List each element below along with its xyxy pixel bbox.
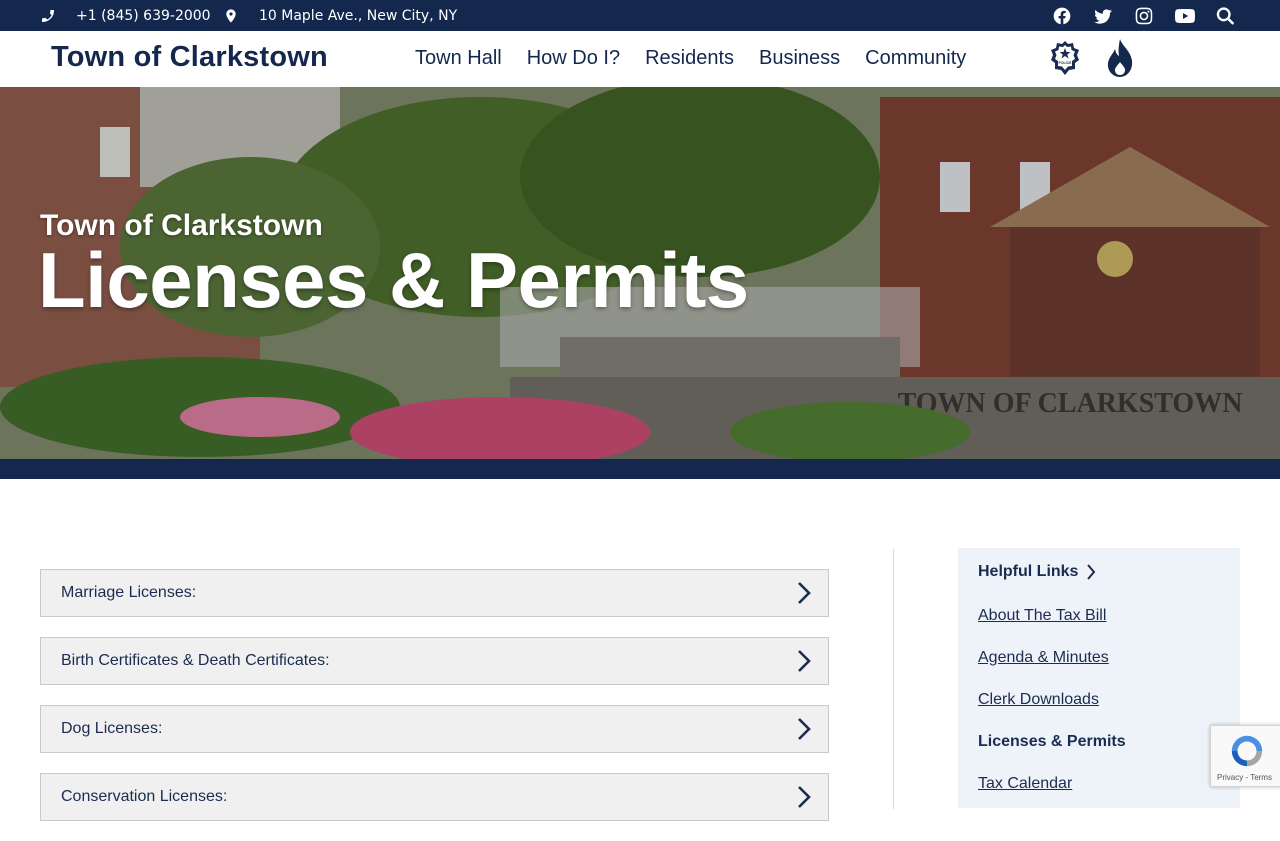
sidebar-link-tax-bill[interactable]: About The Tax Bill — [978, 607, 1220, 625]
hero-bottom-band — [0, 459, 1280, 479]
hero-title: Licenses & Permits — [38, 236, 749, 324]
search-icon — [1216, 6, 1234, 25]
chevron-right-icon — [798, 582, 811, 604]
phone-contact[interactable]: +1 (845) 639-2000 — [40, 0, 211, 31]
map-pin-icon — [226, 8, 236, 23]
accordion-item-label: Dog Licenses: — [61, 720, 163, 737]
instagram-link[interactable] — [1134, 6, 1154, 26]
helpful-links-sidebar: Helpful Links About The Tax Bill Agenda … — [958, 548, 1240, 808]
nav-business[interactable]: Business — [759, 47, 840, 70]
address-text[interactable]: 10 Maple Ave., New City, NY — [259, 8, 457, 24]
youtube-link[interactable] — [1175, 6, 1195, 26]
fire-icon[interactable] — [1105, 38, 1135, 78]
chevron-right-icon — [798, 718, 811, 740]
top-bar: +1 (845) 639-2000 10 Maple Ave., New Cit… — [0, 0, 1280, 31]
accordion-item-dog[interactable]: Dog Licenses: — [40, 705, 829, 753]
chevron-right-icon — [1087, 564, 1096, 580]
address-contact[interactable]: 10 Maple Ave., New City, NY — [223, 0, 457, 31]
site-brand[interactable]: Town of Clarkstown — [51, 41, 328, 74]
main-nav: Town Hall How Do I? Residents Business C… — [415, 47, 991, 70]
accordion-item-label: Birth Certificates & Death Certificates: — [61, 652, 330, 669]
sidebar-heading-label: Helpful Links — [978, 563, 1079, 580]
recaptcha-links[interactable]: Privacy - Terms — [1217, 773, 1272, 782]
sidebar-link-tax-calendar[interactable]: Tax Calendar — [978, 775, 1220, 793]
licenses-accordion: Marriage Licenses: Birth Certificates & … — [40, 569, 829, 841]
hero-banner: TOWN OF CLARKSTOWN Town of Clarkstown Li… — [0, 87, 1280, 459]
accordion-item-birth-death[interactable]: Birth Certificates & Death Certificates: — [40, 637, 829, 685]
sidebar-link-licenses-permits[interactable]: Licenses & Permits — [978, 733, 1220, 751]
content-divider — [893, 549, 894, 809]
accordion-item-marriage[interactable]: Marriage Licenses: — [40, 569, 829, 617]
recaptcha-icon — [1231, 735, 1263, 767]
chevron-right-icon — [798, 650, 811, 672]
sidebar-link-clerk-downloads[interactable]: Clerk Downloads — [978, 691, 1220, 709]
instagram-icon — [1135, 7, 1153, 24]
sidebar-link-agenda-minutes[interactable]: Agenda & Minutes — [978, 649, 1220, 667]
youtube-icon — [1175, 8, 1195, 23]
facebook-icon — [1053, 7, 1071, 24]
police-badge-icon[interactable]: POLICE — [1050, 40, 1080, 76]
twitter-link[interactable] — [1093, 6, 1113, 26]
phone-number[interactable]: +1 (845) 639-2000 — [76, 8, 211, 24]
site-header: Town of Clarkstown Town Hall How Do I? R… — [0, 31, 1280, 87]
police-badge-text: POLICE — [1058, 61, 1072, 65]
accordion-item-conservation[interactable]: Conservation Licenses: — [40, 773, 829, 821]
twitter-icon — [1094, 8, 1112, 24]
nav-community[interactable]: Community — [865, 47, 966, 70]
facebook-link[interactable] — [1052, 6, 1072, 26]
nav-residents[interactable]: Residents — [645, 47, 734, 70]
nav-town-hall[interactable]: Town Hall — [415, 47, 502, 70]
search-button[interactable] — [1216, 6, 1234, 25]
social-links — [1052, 0, 1234, 31]
sidebar-heading[interactable]: Helpful Links — [978, 563, 1220, 581]
accordion-item-label: Marriage Licenses: — [61, 584, 197, 601]
phone-icon — [42, 9, 54, 22]
accordion-item-label: Conservation Licenses: — [61, 788, 228, 805]
recaptcha-badge[interactable]: Privacy - Terms — [1210, 725, 1280, 787]
nav-how-do-i[interactable]: How Do I? — [527, 47, 620, 70]
chevron-right-icon — [798, 786, 811, 808]
